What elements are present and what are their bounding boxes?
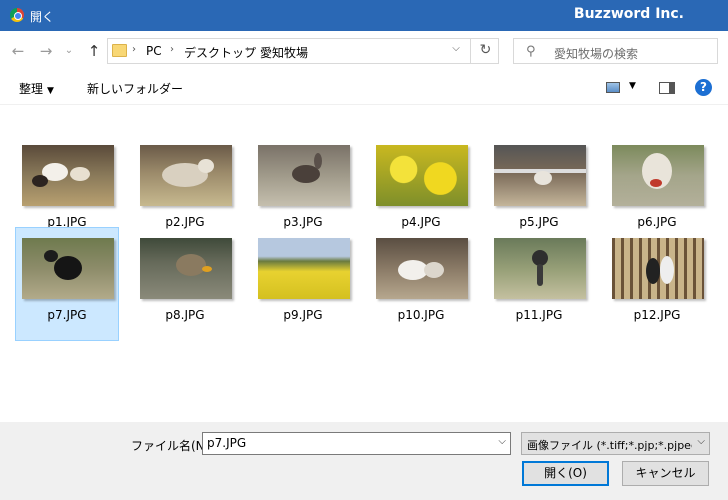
back-arrow-icon[interactable]: ← <box>8 41 28 61</box>
image-thumbnail <box>376 145 468 206</box>
breadcrumb-pc[interactable]: PC <box>146 44 162 58</box>
image-thumbnail <box>140 145 232 206</box>
file-tile[interactable]: p11.JPG <box>487 227 591 341</box>
chevron-down-icon[interactable]: ⌵ <box>498 436 506 447</box>
filename-input[interactable]: p7.JPG ⌵ <box>202 432 511 455</box>
new-folder-button[interactable]: 新しいフォルダー <box>87 80 183 97</box>
view-options-chevron-icon[interactable]: ▼ <box>629 81 636 91</box>
file-name: p10.JPG <box>397 308 445 322</box>
image-thumbnail <box>612 238 704 299</box>
filetype-select[interactable]: 画像ファイル (*.tiff;*.pjp;*.pjpeg;* ⌵ <box>521 432 710 455</box>
dialog-footer: ファイル名(N): p7.JPG ⌵ 画像ファイル (*.tiff;*.pjp;… <box>0 422 728 500</box>
chevron-down-icon: ▼ <box>47 86 54 96</box>
brand-label: Buzzword Inc. <box>573 6 684 22</box>
image-thumbnail <box>22 145 114 206</box>
preview-pane-icon[interactable] <box>659 82 675 94</box>
filetype-value: 画像ファイル (*.tiff;*.pjp;*.pjpeg;* <box>527 439 692 452</box>
image-thumbnail <box>376 238 468 299</box>
breadcrumb-current-folder[interactable]: 愛知牧場 <box>260 44 308 61</box>
organize-button[interactable]: 整理 ▼ <box>19 80 54 97</box>
image-thumbnail <box>612 145 704 206</box>
up-arrow-icon[interactable]: ↑ <box>84 41 104 61</box>
forward-arrow-icon[interactable]: → <box>36 41 56 61</box>
title-bar: 開く Buzzword Inc. <box>0 0 728 31</box>
image-thumbnail <box>140 238 232 299</box>
window-title: 開く <box>30 10 55 24</box>
file-tile[interactable]: p10.JPG <box>369 227 473 341</box>
file-name: p7.JPG <box>47 308 87 322</box>
file-list-view: p1.JPG p2.JPG p3.JPG p4.JPG p5.JPG p6.JP… <box>0 106 728 422</box>
image-thumbnail <box>494 238 586 299</box>
search-icon: ⚲ <box>526 44 536 59</box>
file-tile[interactable]: p9.JPG <box>251 227 355 341</box>
help-icon[interactable]: ? <box>695 79 712 96</box>
open-button[interactable]: 開く(O) <box>522 461 609 486</box>
command-toolbar: 整理 ▼ 新しいフォルダー ▼ ? <box>0 71 728 105</box>
filename-value: p7.JPG <box>207 436 247 450</box>
file-name: p8.JPG <box>165 308 205 322</box>
image-thumbnail <box>494 145 586 206</box>
file-name: p9.JPG <box>283 308 323 322</box>
organize-label: 整理 <box>19 82 44 96</box>
navigation-row: ← → ⌄ ↑ › PC › デスクトップ › 愛知牧場 ⌵ ↻ ⚲ 愛知牧場の… <box>0 31 728 71</box>
breadcrumb-separator-icon: › <box>132 44 136 55</box>
recent-locations-chevron-icon[interactable]: ⌄ <box>62 41 76 61</box>
search-placeholder: 愛知牧場の検索 <box>554 47 639 61</box>
file-tile[interactable]: p8.JPG <box>133 227 237 341</box>
breadcrumb-separator-icon: › <box>246 44 250 55</box>
address-dropdown-icon[interactable]: ⌵ <box>446 43 466 54</box>
folder-icon <box>112 44 127 57</box>
chevron-down-icon: ⌵ <box>697 436 705 447</box>
search-input[interactable]: ⚲ 愛知牧場の検索 <box>513 38 718 64</box>
change-view-icon[interactable] <box>606 82 620 93</box>
file-tile-selected[interactable]: p7.JPG <box>15 227 119 341</box>
file-name: p12.JPG <box>633 308 681 322</box>
address-bar[interactable]: › PC › デスクトップ › 愛知牧場 ⌵ <box>107 38 499 64</box>
file-tile[interactable]: p12.JPG <box>605 227 709 341</box>
image-thumbnail <box>258 238 350 299</box>
cancel-button[interactable]: キャンセル <box>622 461 709 486</box>
image-thumbnail <box>22 238 114 299</box>
chrome-icon <box>10 8 24 22</box>
refresh-icon[interactable]: ↻ <box>470 38 500 64</box>
breadcrumb-separator-icon: › <box>170 44 174 55</box>
image-thumbnail <box>258 145 350 206</box>
file-name: p11.JPG <box>515 308 563 322</box>
